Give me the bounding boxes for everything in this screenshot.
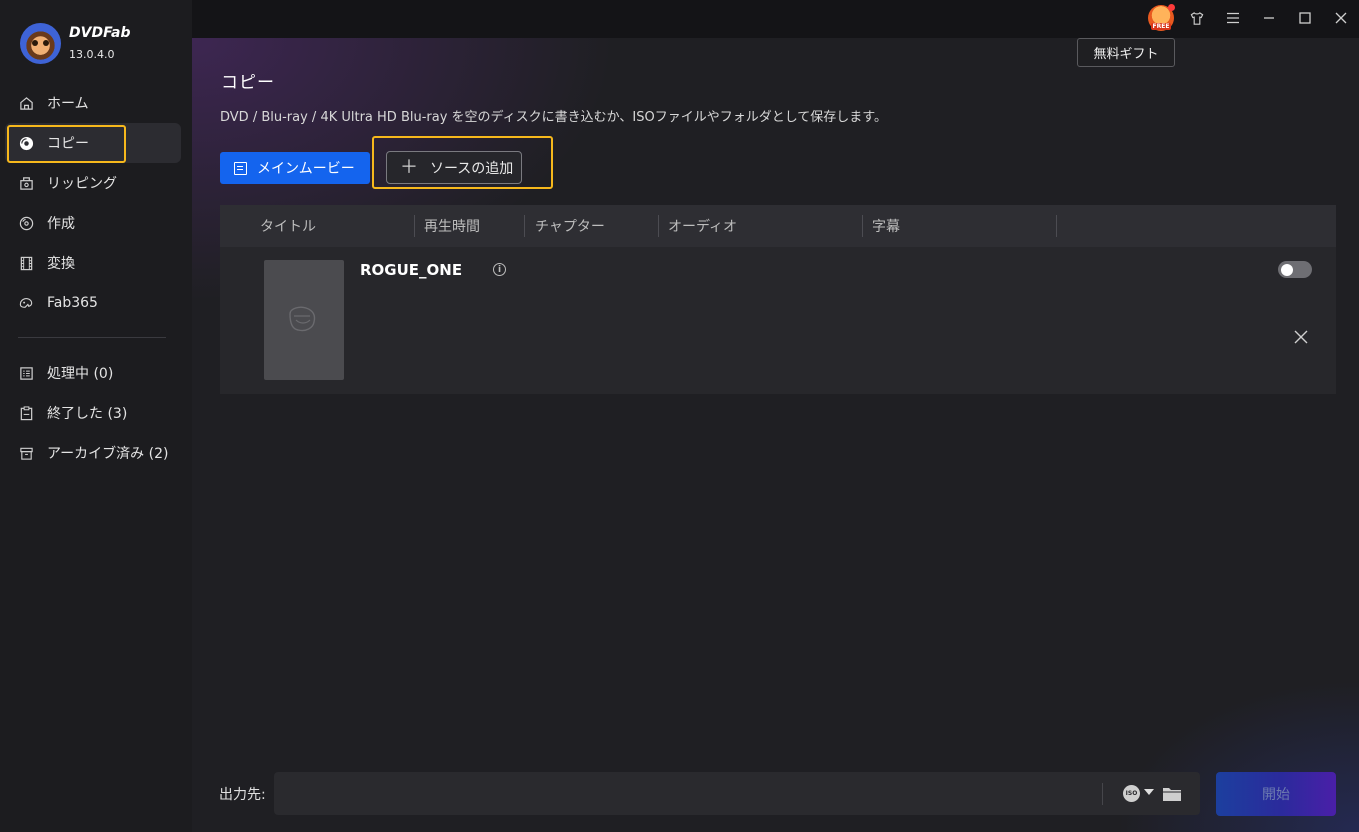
sidebar-item-ripping[interactable]: リッピング <box>0 163 192 203</box>
minimize-icon <box>1264 17 1274 19</box>
free-gift-button[interactable]: FREE <box>1143 1 1179 35</box>
sidebar-item-label: アーカイブ済み (2) <box>47 446 169 462</box>
chevron-down-icon[interactable] <box>1144 789 1154 795</box>
free-label: FREE <box>1150 23 1172 30</box>
minimize-button[interactable] <box>1251 1 1287 35</box>
column-separator <box>414 215 415 237</box>
skin-button[interactable] <box>1179 1 1215 35</box>
sidebar-item-archived[interactable]: アーカイブ済み (2) <box>0 433 192 473</box>
sidebar-item-label: 終了した (3) <box>47 406 128 422</box>
column-header-subtitles: 字幕 <box>872 219 900 235</box>
sidebar-item-finished[interactable]: 終了した (3) <box>0 393 192 433</box>
fab365-icon <box>18 295 34 311</box>
movie-title: ROGUE_ONE <box>360 261 463 279</box>
finished-clipboard-icon <box>18 405 34 421</box>
free-gift-icon: FREE <box>1148 4 1175 31</box>
sidebar-item-create[interactable]: 作成 <box>0 203 192 243</box>
create-disc-icon <box>18 215 34 231</box>
page-title: コピー <box>221 73 275 93</box>
home-icon <box>18 95 34 111</box>
close-window-button[interactable] <box>1323 1 1359 35</box>
sidebar-item-label: Fab365 <box>47 295 98 311</box>
column-header-duration: 再生時間 <box>424 219 480 235</box>
main-movie-icon <box>234 161 247 175</box>
main-movie-label: メインムービー <box>257 161 355 177</box>
main-panel: FREE 無料ギフト コピー DVD / Blu-ray / 4K Ultra … <box>192 0 1359 832</box>
maximize-icon <box>1299 12 1311 24</box>
start-button[interactable]: 開始 <box>1216 772 1336 816</box>
column-separator <box>658 215 659 237</box>
sidebar: DVDFab 13.0.4.0 ホーム コピー リッピング 作成 変換 Fab3… <box>0 0 192 832</box>
hamburger-menu-icon <box>1227 12 1239 24</box>
sidebar-item-label: 変換 <box>47 256 75 272</box>
shirt-icon <box>1190 11 1204 25</box>
info-icon[interactable]: i <box>493 263 506 276</box>
close-icon <box>1294 330 1308 344</box>
start-label: 開始 <box>1262 787 1290 803</box>
sidebar-item-label: コピー <box>47 136 89 152</box>
menu-button[interactable] <box>1215 1 1251 35</box>
plus-icon: ＋ <box>400 156 418 178</box>
sidebar-item-label: ホーム <box>47 96 89 112</box>
sidebar-item-convert[interactable]: 変換 <box>0 243 192 283</box>
iso-label: ISO <box>1125 790 1138 797</box>
disc-copy-icon <box>18 135 34 151</box>
placeholder-thumbnail-icon <box>289 306 316 332</box>
brand-version: 13.0.4.0 <box>69 48 115 62</box>
brand: DVDFab 13.0.4.0 <box>20 23 131 64</box>
column-separator <box>1056 215 1057 237</box>
brand-name: DVDFab <box>69 24 131 41</box>
table-row[interactable]: ROGUE_ONE i <box>220 247 1336 394</box>
output-label: 出力先: <box>219 787 266 803</box>
main-movie-button[interactable]: メインムービー <box>220 152 370 184</box>
iso-output-button[interactable]: ISO <box>1123 785 1140 802</box>
main-nav: ホーム コピー リッピング 作成 変換 Fab365 <box>0 83 192 323</box>
column-header-title: タイトル <box>260 219 316 235</box>
folder-output-button[interactable] <box>1162 785 1182 802</box>
remove-source-button[interactable] <box>1294 329 1310 345</box>
task-nav: 処理中 (0) 終了した (3) アーカイブ済み (2) <box>0 353 192 473</box>
rip-icon <box>18 175 34 191</box>
column-separator <box>862 215 863 237</box>
column-header-audio: オーディオ <box>668 219 738 235</box>
title-bar-controls: FREE <box>1143 0 1359 36</box>
output-path-field[interactable]: ISO <box>274 772 1200 815</box>
sidebar-item-label: リッピング <box>47 176 117 192</box>
close-icon <box>1335 12 1347 24</box>
sidebar-item-home[interactable]: ホーム <box>0 83 192 123</box>
table-header: タイトル 再生時間 チャプター オーディオ 字幕 <box>220 205 1336 247</box>
title-bar: FREE <box>192 0 1359 38</box>
sidebar-item-processing[interactable]: 処理中 (0) <box>0 353 192 393</box>
processing-list-icon <box>18 365 34 381</box>
title-toggle[interactable] <box>1278 261 1312 278</box>
sidebar-item-label: 処理中 (0) <box>47 366 114 382</box>
sidebar-item-fab365[interactable]: Fab365 <box>0 283 192 323</box>
column-separator <box>524 215 525 237</box>
sidebar-divider <box>18 337 166 338</box>
dvdfab-logo <box>20 23 61 64</box>
archive-box-icon <box>18 445 34 461</box>
output-separator <box>1102 783 1103 805</box>
maximize-button[interactable] <box>1287 1 1323 35</box>
gift-tooltip: 無料ギフト <box>1077 38 1175 67</box>
dvdfab-window: DVDFab 13.0.4.0 ホーム コピー リッピング 作成 変換 Fab3… <box>0 0 1359 832</box>
add-source-label: ソースの追加 <box>430 160 514 177</box>
folder-icon <box>1163 788 1181 801</box>
source-table: タイトル 再生時間 チャプター オーディオ 字幕 ROGUE_ONE i <box>220 205 1336 394</box>
sidebar-item-label: 作成 <box>47 216 75 232</box>
column-header-chapters: チャプター <box>535 219 605 235</box>
page-description: DVD / Blu-ray / 4K Ultra HD Blu-ray を空のデ… <box>220 110 888 125</box>
sidebar-item-copy[interactable]: コピー <box>5 123 181 163</box>
add-source-button[interactable]: ＋ ソースの追加 <box>386 151 522 184</box>
notification-dot <box>1168 4 1175 11</box>
movie-thumbnail <box>264 260 344 380</box>
film-convert-icon <box>18 255 34 271</box>
